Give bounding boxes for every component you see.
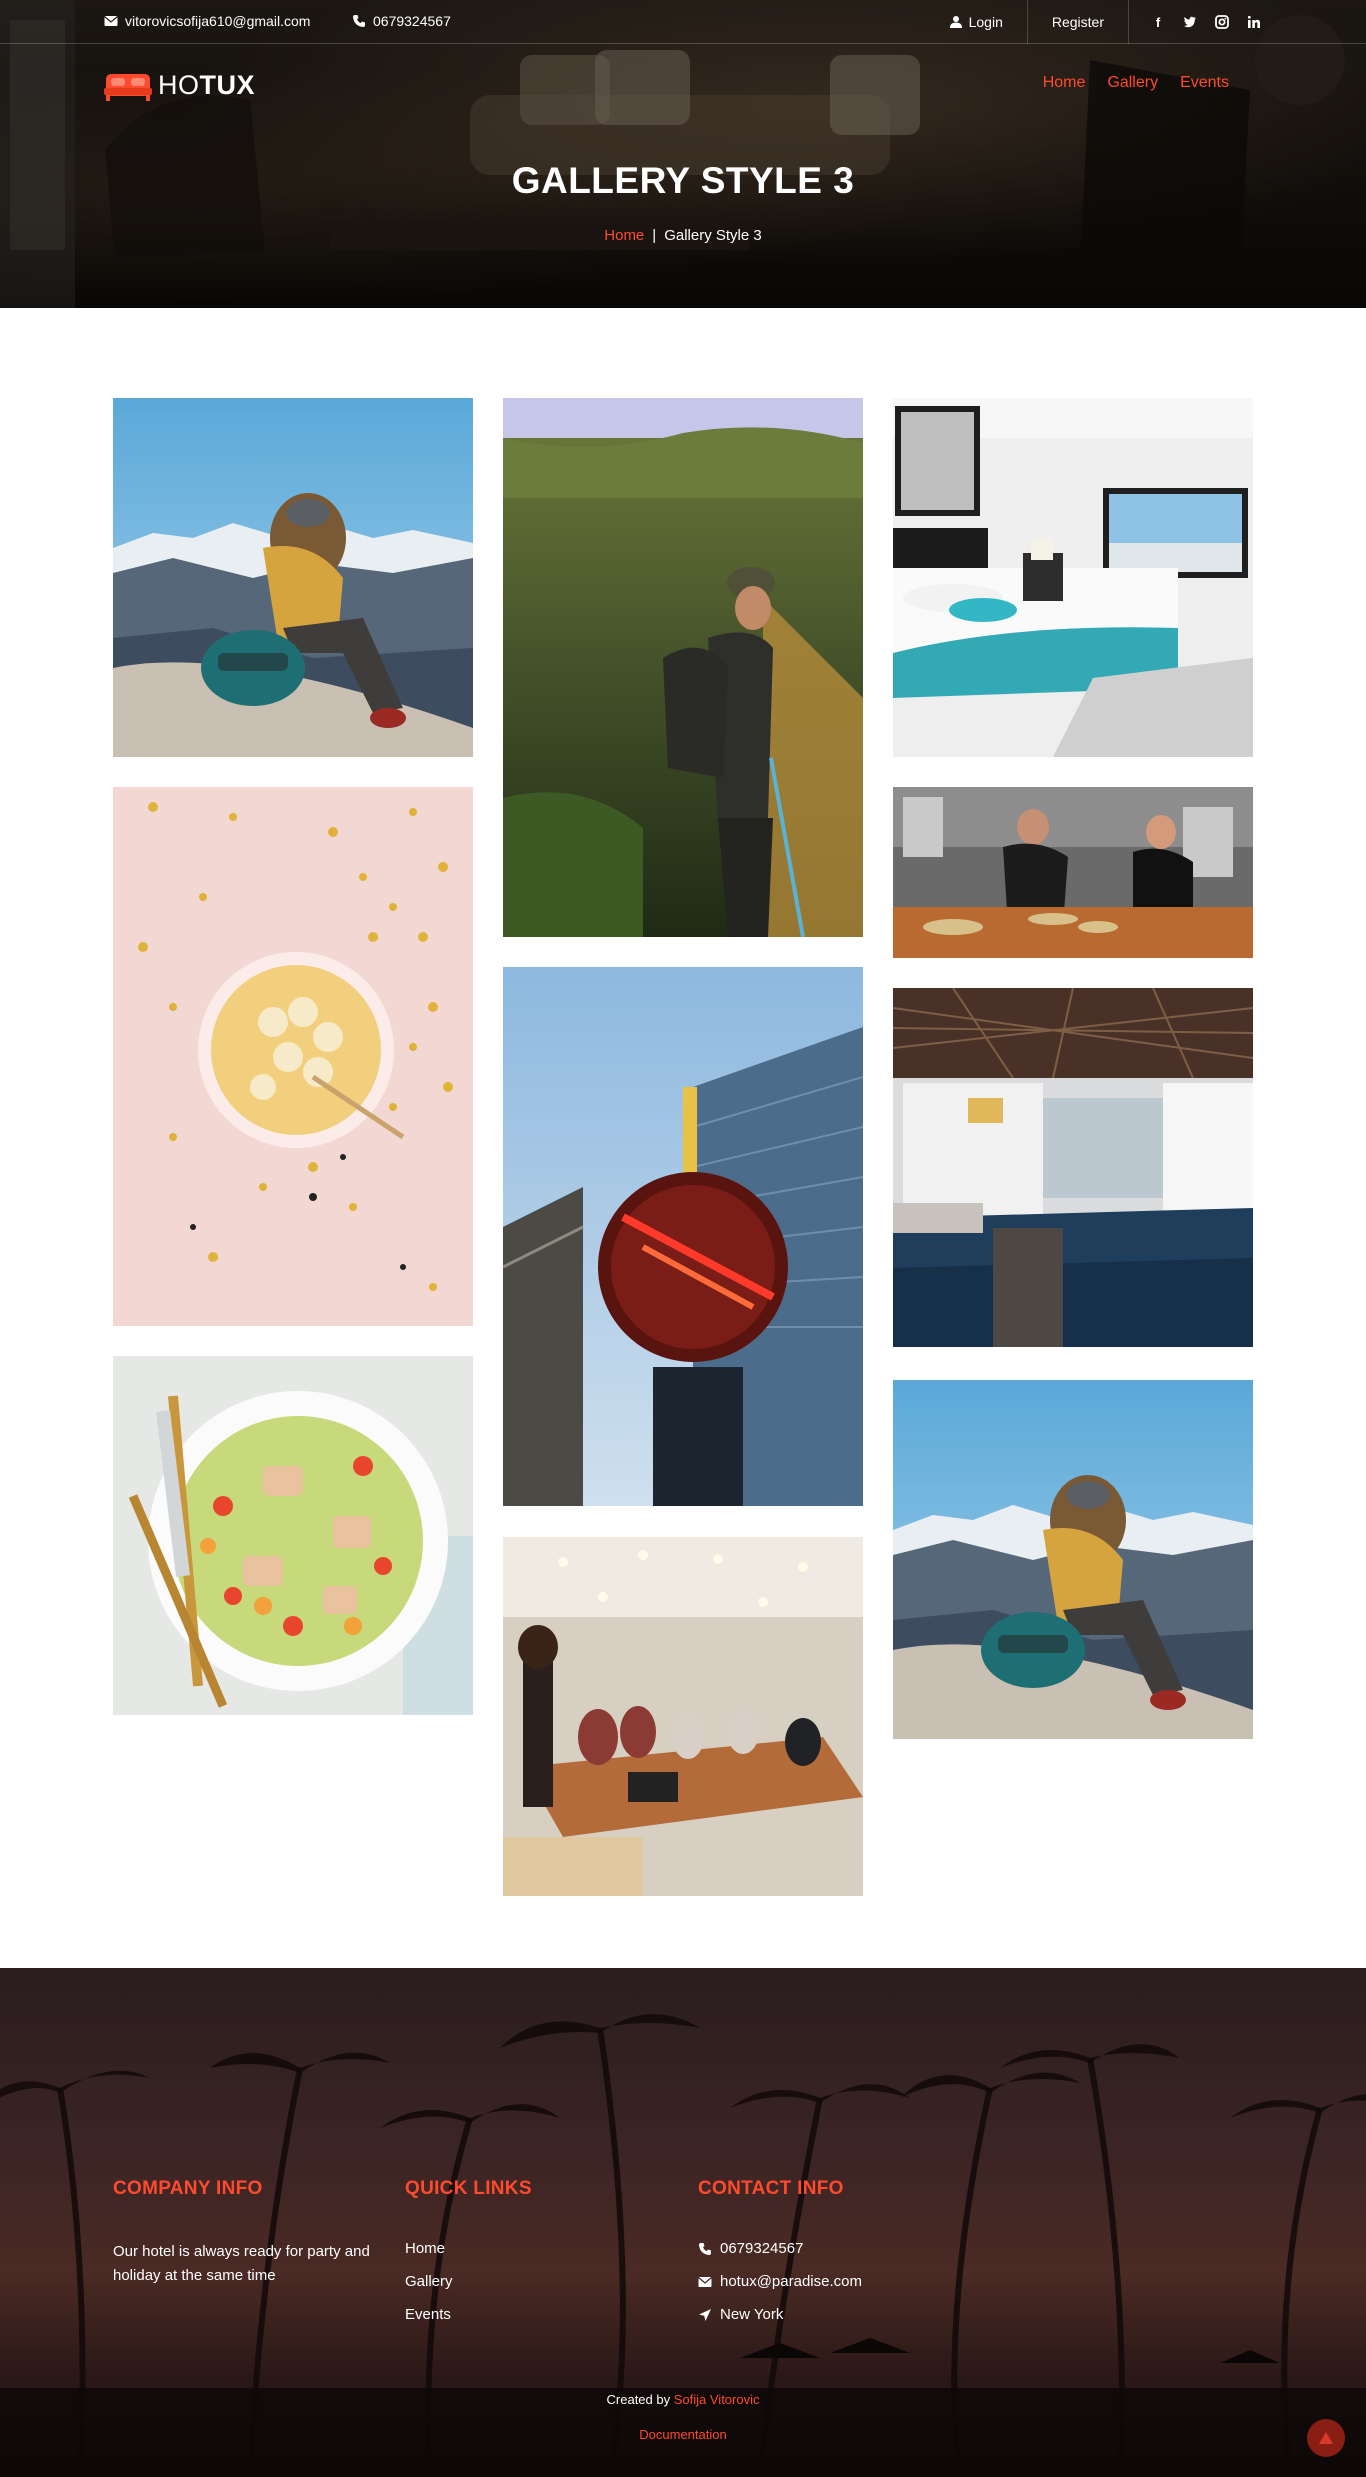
footer-company-info: COMPANY INFO Our hotel is always ready f… <box>113 2178 373 2288</box>
phone-icon <box>353 15 365 27</box>
contact-phone[interactable]: 0679324567 <box>698 2240 998 2257</box>
scroll-to-top-button[interactable] <box>1307 2419 1345 2457</box>
footer-quick-links: QUICK LINKS Home Gallery Events <box>405 2178 625 2339</box>
gallery-grid <box>0 308 1366 1968</box>
logo-text-bold: TUX <box>199 69 255 100</box>
gallery-image-chefs-kitchen[interactable] <box>893 787 1253 958</box>
gallery-image-hiker-forest[interactable] <box>503 398 863 937</box>
breadcrumb-home[interactable]: Home <box>604 227 644 244</box>
contact-location: New York <box>698 2306 998 2323</box>
linkedin-icon[interactable] <box>1247 15 1261 29</box>
breadcrumb: Home | Gallery Style 3 <box>0 227 1366 244</box>
gallery-image-smoothie-bowl[interactable] <box>113 787 473 1326</box>
footer-credit: Created by Sofija Vitorovic <box>0 2392 1366 2407</box>
twitter-icon[interactable] <box>1183 15 1197 29</box>
credit-prefix: Created by <box>606 2392 671 2407</box>
documentation-link[interactable]: Documentation <box>0 2427 1366 2442</box>
credit-author-link[interactable]: Sofija Vitorovic <box>674 2392 760 2407</box>
location-arrow-icon <box>699 2308 711 2321</box>
register-link[interactable]: Register <box>1026 0 1128 44</box>
breadcrumb-current: Gallery Style 3 <box>664 227 762 244</box>
social-links: f <box>1128 0 1261 44</box>
topbar-phone-text: 0679324567 <box>373 13 451 29</box>
top-bar: vitorovicsofija610@gmail.com 0679324567 … <box>0 0 1366 44</box>
gallery-image-architecture-pool[interactable] <box>893 988 1253 1347</box>
arrow-up-icon <box>1319 2432 1333 2444</box>
facebook-icon[interactable]: f <box>1151 15 1165 30</box>
gallery-image-hard-rock-cafe[interactable] <box>503 967 863 1506</box>
topbar-phone[interactable]: 0679324567 <box>352 13 451 29</box>
contact-phone-text: 0679324567 <box>720 2240 804 2257</box>
nav-item-home[interactable]: Home <box>1043 74 1086 92</box>
footer-link-gallery[interactable]: Gallery <box>405 2273 625 2290</box>
phone-icon <box>699 2242 711 2255</box>
topbar-right: Login Register f <box>925 0 1261 44</box>
company-info-heading: COMPANY INFO <box>113 2178 263 2199</box>
register-label: Register <box>1051 14 1104 30</box>
login-link[interactable]: Login <box>925 0 1027 44</box>
nav-item-gallery[interactable]: Gallery <box>1107 74 1158 92</box>
login-label: Login <box>968 14 1003 30</box>
footer-link-events[interactable]: Events <box>405 2306 625 2323</box>
topbar-email-text: vitorovicsofija610@gmail.com <box>125 13 311 29</box>
user-icon <box>949 16 962 28</box>
company-info-text: Our hotel is always ready for party and … <box>113 2243 370 2284</box>
contact-location-text: New York <box>720 2306 784 2323</box>
nav-menu: Home Gallery Events <box>1043 74 1229 92</box>
page-title: GALLERY STYLE 3 <box>511 160 855 201</box>
site-logo[interactable]: HOTUX <box>104 68 255 102</box>
gallery-image-hotel-bedroom[interactable] <box>893 398 1253 757</box>
gallery-image-hiker-mountains-2[interactable] <box>893 1380 1253 1739</box>
main-navbar: HOTUX Home Gallery Events <box>0 44 1366 124</box>
envelope-icon <box>104 16 118 26</box>
logo-text: HOTUX <box>158 70 255 101</box>
topbar-email[interactable]: vitorovicsofija610@gmail.com <box>104 13 310 29</box>
gallery-image-salad[interactable] <box>113 1356 473 1715</box>
footer-link-home[interactable]: Home <box>405 2240 625 2257</box>
nav-item-events[interactable]: Events <box>1180 74 1229 92</box>
contact-info-heading: CONTACT INFO <box>698 2178 844 2199</box>
breadcrumb-separator: | <box>652 227 657 244</box>
logo-text-light: HO <box>158 69 200 100</box>
instagram-icon[interactable] <box>1215 15 1229 29</box>
envelope-icon <box>698 2276 712 2287</box>
hero-banner: vitorovicsofija610@gmail.com 0679324567 … <box>0 0 1366 308</box>
contact-email[interactable]: hotux@paradise.com <box>698 2273 998 2290</box>
gallery-image-meeting-room[interactable] <box>503 1537 863 1896</box>
bed-icon <box>104 74 152 101</box>
gallery-image-hiker-mountains[interactable] <box>113 398 473 757</box>
quick-links-heading: QUICK LINKS <box>405 2178 532 2199</box>
contact-email-text: hotux@paradise.com <box>720 2273 862 2290</box>
site-footer: COMPANY INFO Our hotel is always ready f… <box>0 1968 1366 2477</box>
footer-contact-info: CONTACT INFO 0679324567 hotux@paradise.c… <box>698 2178 998 2339</box>
